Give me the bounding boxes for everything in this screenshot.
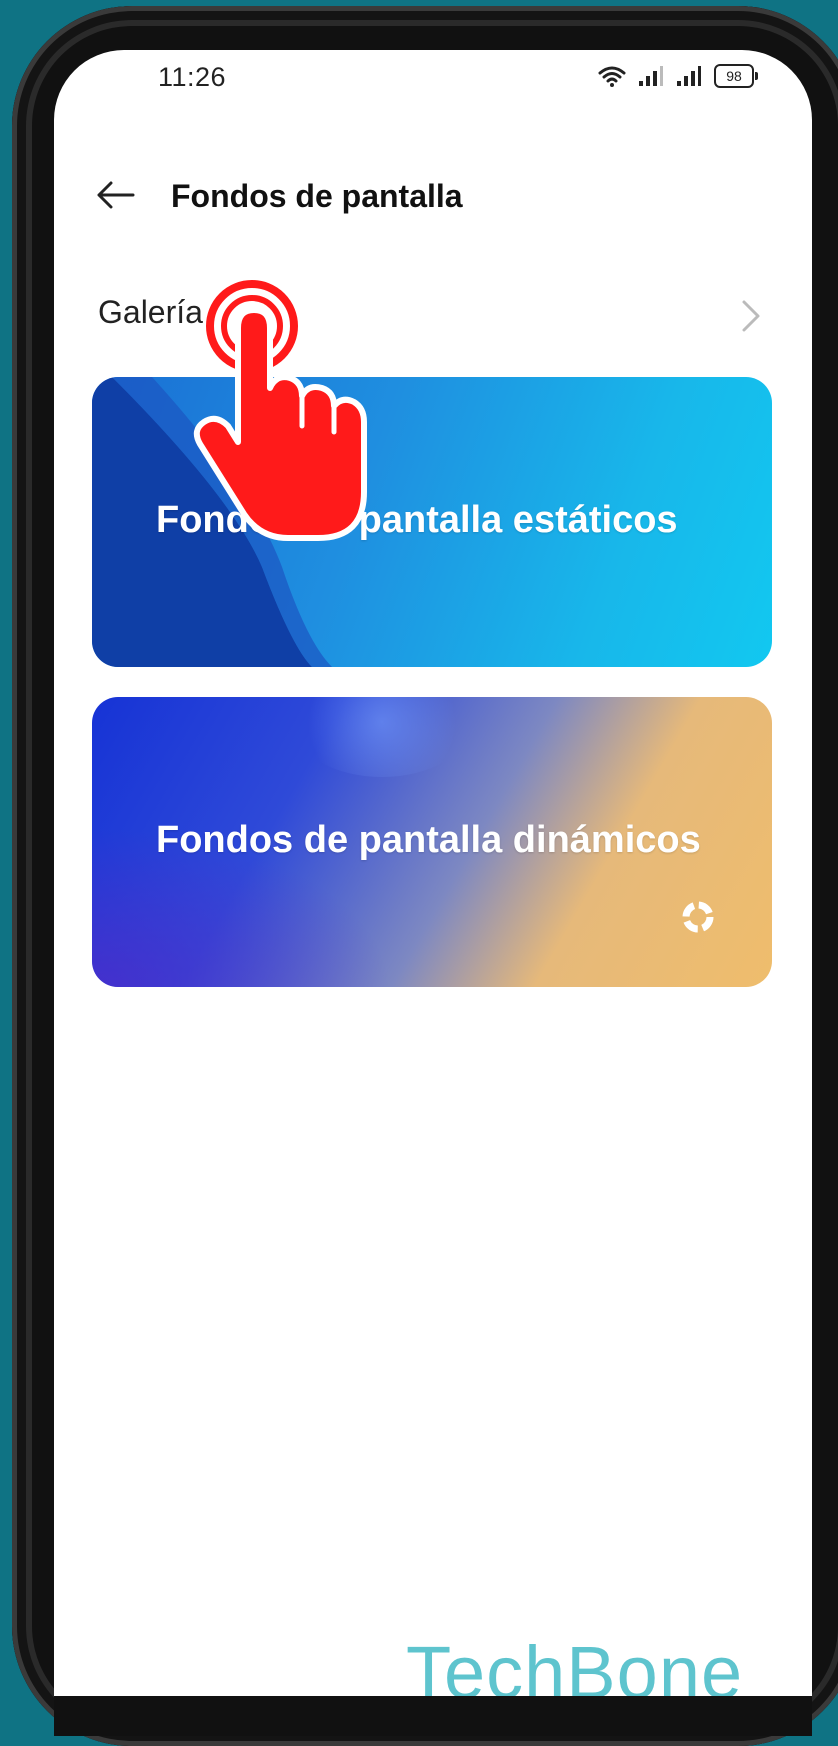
techbone-watermark: TechBone	[406, 1631, 744, 1696]
app-header: Fondos de pantalla	[54, 160, 812, 230]
tap-hand-icon	[193, 280, 367, 541]
signal-icon	[677, 66, 701, 86]
status-bar: 11:26 98	[54, 50, 812, 120]
status-time: 11:26	[158, 62, 227, 92]
card-glow-decoration	[292, 697, 472, 777]
phone-screen: 11:26 98 Fondos de pantalla Galería Fond…	[54, 50, 812, 1696]
battery-icon: 98	[714, 64, 758, 88]
signal-icon	[639, 66, 663, 86]
loading-ring-icon	[682, 901, 714, 933]
chevron-right-icon	[742, 300, 760, 332]
dynamic-wallpapers-card[interactable]: Fondos de pantalla dinámicos	[92, 697, 772, 987]
wifi-icon	[598, 66, 626, 87]
status-icons: 98	[598, 64, 758, 88]
back-button[interactable]	[90, 170, 140, 220]
page-title: Fondos de pantalla	[171, 178, 463, 214]
dynamic-wallpapers-label: Fondos de pantalla dinámicos	[156, 819, 701, 861]
bottom-bezel	[54, 1696, 812, 1736]
arrow-left-icon	[97, 181, 135, 209]
